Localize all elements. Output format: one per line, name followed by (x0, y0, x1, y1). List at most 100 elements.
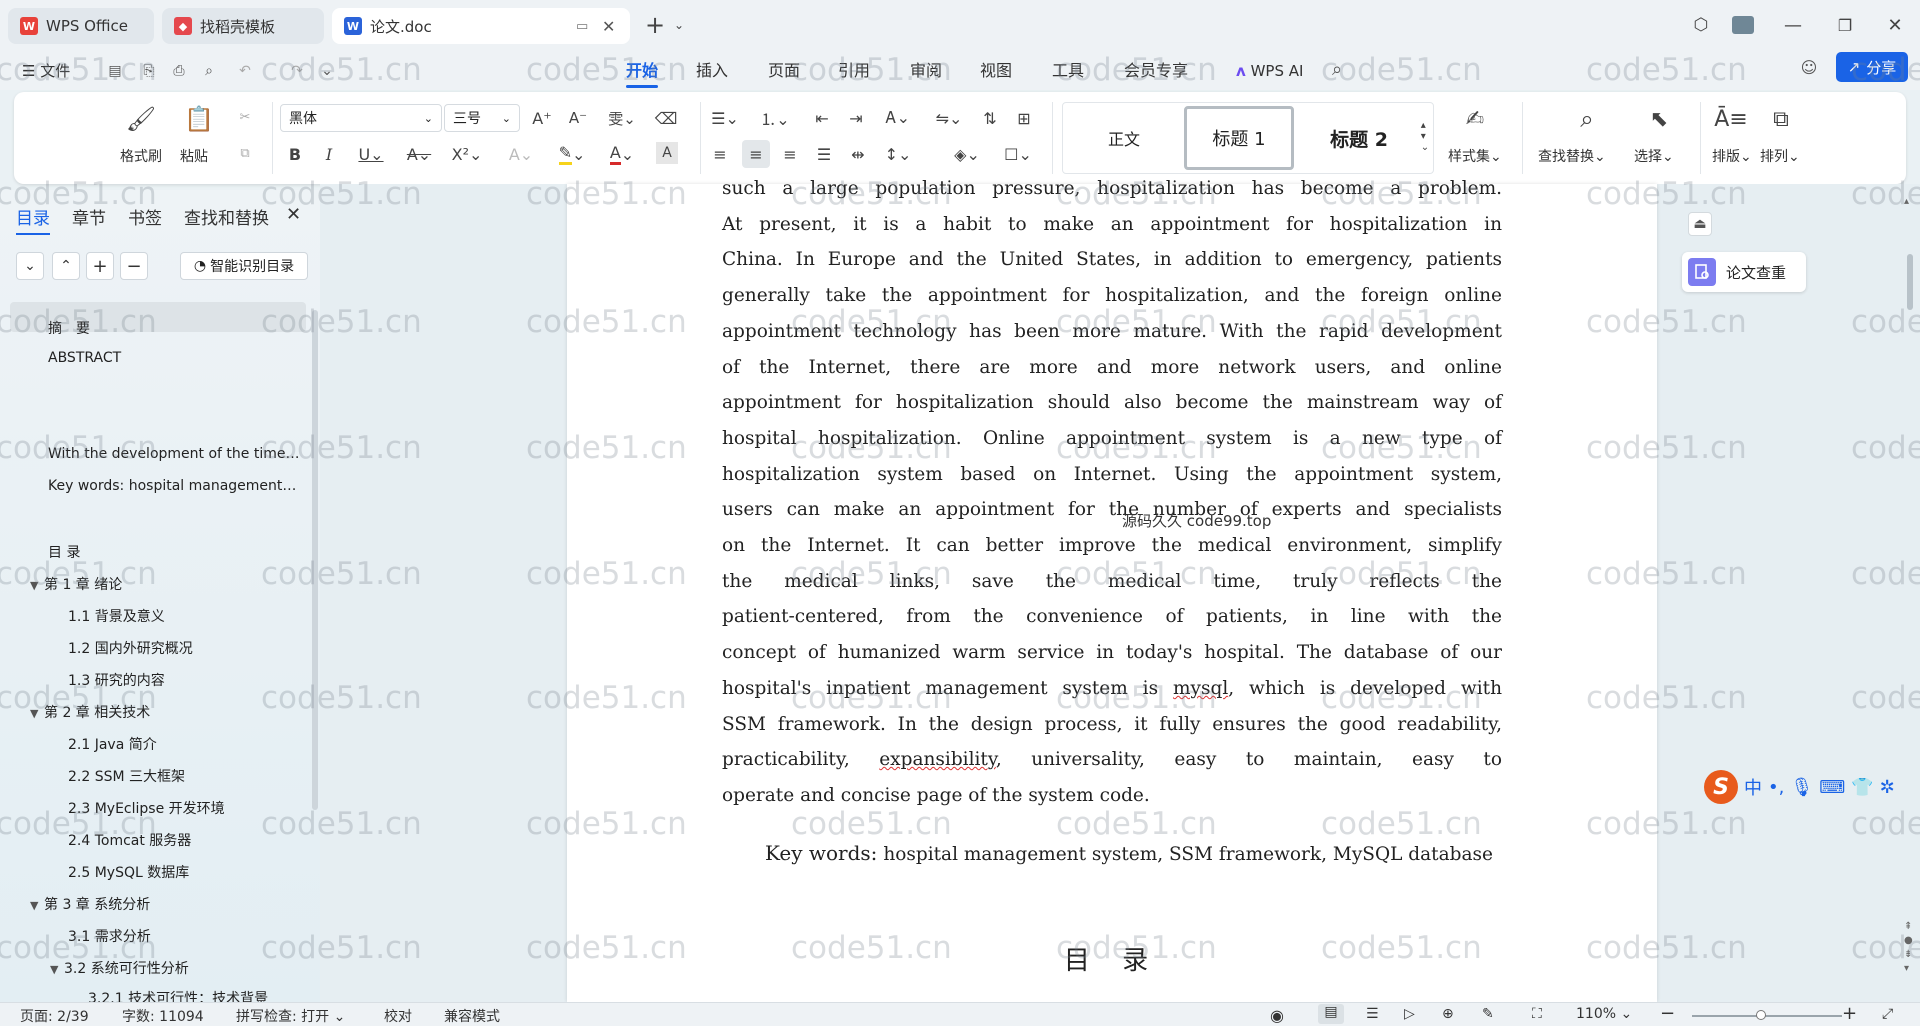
vertical-scrollbar-thumb[interactable] (1907, 254, 1913, 310)
toc-item[interactable]: 2.1 Java 简介 (68, 734, 300, 754)
strikethrough-icon[interactable]: A⌄ (402, 142, 436, 166)
toc-item[interactable]: ABSTRACT (48, 350, 300, 366)
save-icon[interactable]: ▤ (104, 60, 126, 82)
shrink-font-icon[interactable]: A⁻ (566, 106, 590, 130)
fit-page-icon[interactable]: ⛶ (1532, 1006, 1542, 1022)
avatar[interactable] (1728, 12, 1758, 38)
find-replace-button[interactable]: 查找替换⌄ (1538, 146, 1606, 166)
nav-tab-bookmarks[interactable]: 书签 (128, 204, 162, 229)
web-view-icon[interactable]: ⊕ (1442, 1006, 1454, 1022)
line-spacing-icon[interactable]: ↕⌄ (880, 142, 916, 166)
find-icon[interactable]: ⌕ (1572, 104, 1602, 134)
share-button[interactable]: ↗ 分享 (1836, 52, 1908, 82)
select-cursor-icon[interactable]: ⬉ (1644, 104, 1674, 134)
align-center-icon[interactable]: ≡ (742, 140, 770, 168)
style-normal[interactable]: 正文 (1074, 106, 1174, 170)
toc-item[interactable]: Key words: hospital management system, S… (48, 478, 300, 494)
style-heading-2[interactable]: 标题 2 (1304, 106, 1414, 170)
word-count[interactable]: 字数: 11094 (122, 1006, 204, 1026)
select-button[interactable]: 选择⌄ (1634, 146, 1674, 166)
align-right-icon[interactable]: ≡ (778, 142, 802, 166)
menu-view[interactable]: 视图 (980, 58, 1012, 84)
increase-indent-icon[interactable]: ⇥ (844, 106, 868, 130)
write-mode-icon[interactable]: ✎ (1482, 1006, 1494, 1022)
decrease-indent-icon[interactable]: ⇤ (810, 106, 834, 130)
zoom-slider[interactable] (1692, 1015, 1842, 1017)
sogou-logo-icon[interactable]: S (1704, 770, 1738, 804)
move-up-icon[interactable]: ⌃ (52, 252, 80, 280)
print-icon[interactable]: ⎙ (168, 60, 190, 82)
style-set-icon[interactable]: ✍ (1460, 104, 1490, 134)
style-gallery-scroll[interactable]: ▴ ▾ ⌄ (1418, 106, 1432, 166)
shading-icon[interactable]: ◈⌄ (948, 142, 986, 166)
nav-tab-toc[interactable]: 目录 (16, 204, 50, 235)
distributed-icon[interactable]: ⇹ (846, 142, 870, 166)
toc-item[interactable]: 1.2 国内外研究概况 (68, 638, 300, 658)
arrange-icon[interactable]: ⧉ (1766, 104, 1796, 134)
export-pdf-icon[interactable]: ⎘ (138, 60, 160, 82)
font-color-icon[interactable]: A ⌄ (604, 142, 640, 166)
file-menu[interactable]: ☰ 文件 (22, 58, 70, 84)
toc-item[interactable]: 2.3 MyEclipse 开发环境 (68, 798, 300, 818)
align-left-icon[interactable]: ≡ (708, 142, 732, 166)
menu-membership[interactable]: 会员专享 (1124, 58, 1188, 84)
toc-item[interactable]: With the development of the times, the h… (48, 446, 300, 462)
arrange-button[interactable]: 排列⌄ (1760, 146, 1800, 166)
menu-page[interactable]: 页面 (768, 58, 800, 84)
add-heading-icon[interactable]: + (86, 252, 114, 280)
spell-check-toggle[interactable]: 拼写检查: 打开 ⌄ (236, 1006, 345, 1026)
clear-format-icon[interactable]: ⌫ (654, 106, 678, 130)
collapse-panel-icon[interactable]: ⏏ (1688, 212, 1712, 236)
borders-icon[interactable]: ☐⌄ (1000, 142, 1036, 166)
expand-arrow-icon[interactable]: ▼ (30, 579, 44, 592)
phonetic-guide-icon[interactable]: 雯⌄ (604, 106, 640, 130)
nav-tab-sections[interactable]: 章节 (72, 204, 106, 229)
bold-icon[interactable]: B (284, 142, 306, 166)
collapse-all-icon[interactable]: ⌄ (16, 252, 44, 280)
zoom-select[interactable]: 110% ⌄ (1576, 1006, 1632, 1022)
copy-icon[interactable]: ⧉ (234, 142, 256, 164)
tab-wps-office[interactable]: W WPS Office (8, 8, 154, 44)
toc-item[interactable]: 2.4 Tomcat 服务器 (68, 830, 300, 850)
redo-icon[interactable]: ↷ (286, 60, 308, 82)
play-icon[interactable]: ▷ (1404, 1006, 1415, 1022)
eye-protection-icon[interactable]: ◉ (1270, 1006, 1284, 1025)
undo-icon[interactable]: ↶ (234, 60, 256, 82)
tab-docer-templates[interactable]: ◆ 找稻壳模板 (162, 8, 324, 44)
close-tab-icon[interactable]: ✕ (602, 17, 615, 36)
outline-view-icon[interactable]: ☰ (1366, 1006, 1379, 1022)
font-size-select[interactable]: 三号 ⌄ (444, 104, 520, 132)
minimize-icon[interactable]: — (1778, 12, 1808, 38)
ime-chinese-mode-icon[interactable]: 中 (1744, 774, 1762, 800)
ime-skin-icon[interactable]: 👕 (1851, 777, 1873, 798)
search-icon[interactable]: ⌕ (1326, 58, 1348, 80)
page-nav-icons[interactable]: ⇞ ● ⇟ ▾ (1904, 920, 1913, 976)
grow-font-icon[interactable]: A⁺ (530, 106, 554, 130)
typesetting-icon[interactable]: Ā≡ (1714, 104, 1747, 134)
zoom-slider-thumb[interactable] (1756, 1010, 1766, 1020)
style-set-button[interactable]: 样式集⌄ (1448, 146, 1502, 166)
page-count[interactable]: 页面: 2/39 (20, 1006, 89, 1026)
menu-insert[interactable]: 插入 (696, 58, 728, 84)
cube-icon[interactable]: ⬡ (1686, 12, 1716, 38)
toc-item[interactable]: 3.1 需求分析 (68, 926, 300, 946)
text-direction-icon[interactable]: Ꭺ⌄ (880, 106, 916, 130)
customize-chevron-icon[interactable]: ⌄ (316, 60, 338, 82)
ime-punctuation-icon[interactable]: •, (1768, 777, 1784, 798)
toc-item[interactable]: 1.3 研究的内容 (68, 670, 300, 690)
cut-icon[interactable]: ✂ (234, 106, 256, 128)
text-effect-icon[interactable]: A⌄ (504, 142, 538, 166)
fullscreen-icon[interactable]: ⤢ (1882, 1006, 1893, 1022)
remove-heading-icon[interactable]: − (120, 252, 148, 280)
wps-ai-button[interactable]: ᴧ WPS AI (1236, 58, 1303, 84)
chevron-down-icon[interactable]: ⌄ (664, 12, 694, 38)
numbered-list-icon[interactable]: ⒈⌄ (758, 106, 792, 130)
print-preview-icon[interactable]: ⌕ (198, 60, 220, 82)
ime-grid-icon[interactable]: ✲ (1880, 777, 1895, 798)
zoom-in-icon[interactable]: + (1842, 1003, 1857, 1024)
smart-toc-button[interactable]: ◔ 智能识别目录 (180, 252, 308, 280)
paste-label[interactable]: 粘贴 (180, 146, 208, 166)
menu-home[interactable]: 开始 (626, 58, 659, 88)
toc-item[interactable]: 2.5 MySQL 数据库 (68, 862, 300, 882)
italic-icon[interactable]: I (318, 142, 340, 166)
